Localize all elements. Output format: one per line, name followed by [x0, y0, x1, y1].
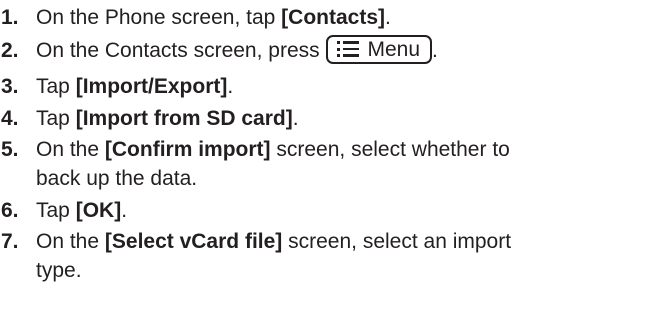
step-number: 2. — [1, 39, 19, 62]
step-text-plain: On the Contacts screen, press — [36, 39, 326, 63]
step-text: Tap [Import/Export]. — [36, 73, 648, 102]
step-text-plain: . — [227, 75, 234, 98]
step-text-plain: Tap — [36, 199, 76, 222]
step-text: Tap [Import from SD card]. — [36, 105, 648, 134]
ui-label-select-vcard-file: [Select vCard file] — [104, 230, 283, 253]
step-text-plain: screen, select an import — [282, 230, 512, 253]
step-text-plain: On the Phone screen, tap — [36, 6, 282, 29]
step-text-plain: . — [385, 6, 391, 29]
step-text-plain: screen, select whether to — [270, 138, 510, 161]
ui-label-import-export: [Import/Export] — [75, 75, 228, 98]
step-number: 4. — [1, 107, 19, 130]
step-number: 6. — [1, 199, 19, 222]
step-number: 1. — [1, 6, 19, 29]
step-text: Tap [OK]. — [36, 197, 648, 226]
step-text-plain: . — [432, 39, 438, 63]
ui-label-import-from-sd-card: [Import from SD card] — [75, 107, 293, 130]
step-text: On the Contacts screen, press Menu. — [36, 35, 648, 66]
ui-label-contacts: [Contacts] — [281, 6, 386, 29]
ui-label-confirm-import: [Confirm import] — [104, 138, 271, 161]
ui-label-ok: [OK] — [75, 199, 122, 222]
step-text-plain: On the — [36, 230, 105, 253]
menu-key-graphic: Menu — [326, 35, 432, 64]
menu-key-label: Menu — [367, 38, 420, 61]
step-text-plain: . — [292, 107, 299, 130]
step-text-plain: Tap — [36, 75, 76, 98]
step-text-continuation: type. — [36, 258, 82, 282]
step-text: On the [Confirm import] screen, select w… — [36, 136, 648, 193]
step-number: 7. — [1, 230, 19, 253]
step-text: On the [Select vCard file] screen, selec… — [36, 228, 648, 285]
step-text-plain: Tap — [36, 107, 76, 130]
step-text-plain: On the — [36, 138, 105, 161]
menu-list-icon — [337, 41, 360, 57]
step-number: 5. — [1, 138, 19, 161]
step-number: 3. — [1, 75, 19, 98]
step-text: On the Phone screen, tap [Contacts]. — [36, 4, 648, 33]
step-text-plain: . — [121, 199, 128, 222]
step-text-continuation: back up the data. — [36, 166, 198, 190]
